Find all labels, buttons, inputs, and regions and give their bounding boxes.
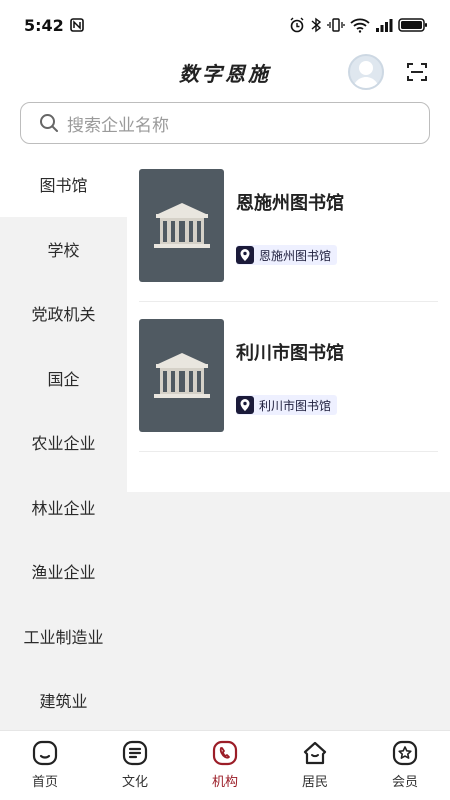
bottom-navigation: 首页 文化 机构 居民 会员 <box>0 730 450 800</box>
category-item-state-enterprise[interactable]: 国企 <box>0 346 127 411</box>
organization-tag-label: 恩施州图书馆 <box>259 248 332 263</box>
search-placeholder: 搜索企业名称 <box>67 115 169 136</box>
member-icon <box>392 740 418 766</box>
library-building-icon <box>153 352 210 398</box>
scan-icon[interactable] <box>405 60 429 84</box>
category-item-school[interactable]: 学校 <box>0 217 127 282</box>
location-pin-icon <box>236 396 254 414</box>
category-item-fishery[interactable]: 渔业企业 <box>0 539 127 604</box>
nav-item-residents[interactable]: 居民 <box>270 731 360 800</box>
nfc-icon <box>69 18 84 32</box>
search-input[interactable]: 搜索企业名称 <box>20 102 430 144</box>
organization-tag: 恩施州图书馆 <box>236 245 338 265</box>
culture-icon <box>122 740 148 766</box>
location-pin-icon <box>236 246 254 264</box>
status-bar: 5:42 <box>0 0 450 50</box>
nav-label: 会员 <box>391 775 418 790</box>
library-building-icon <box>153 202 210 248</box>
status-time: 5:42 <box>24 15 64 35</box>
category-sidebar: 图书馆 学校 党政机关 国企 农业企业 林业企业 渔业企业 工业制造业 建筑业 <box>0 152 127 730</box>
nav-item-home[interactable]: 首页 <box>0 731 90 800</box>
category-item-agriculture[interactable]: 农业企业 <box>0 410 127 475</box>
organization-name: 利川市图书馆 <box>236 343 344 364</box>
institution-icon <box>212 740 238 766</box>
category-item-manufacturing[interactable]: 工业制造业 <box>0 604 127 669</box>
organization-card[interactable]: 恩施州图书馆 恩施州图书馆 <box>139 152 438 302</box>
organization-list: 恩施州图书馆 恩施州图书馆 利川市图书馆 利川市图书馆 <box>127 152 450 492</box>
bluetooth-icon <box>311 17 322 33</box>
nav-item-culture[interactable]: 文化 <box>90 731 180 800</box>
nav-label: 文化 <box>121 775 148 790</box>
organization-tag-label: 利川市图书馆 <box>259 398 332 413</box>
category-item-government[interactable]: 党政机关 <box>0 281 127 346</box>
vibrate-icon <box>327 18 345 32</box>
organization-card[interactable]: 利川市图书馆 利川市图书馆 <box>139 302 438 452</box>
nav-item-institution[interactable]: 机构 <box>180 731 270 800</box>
nav-label: 机构 <box>211 775 238 790</box>
alarm-icon <box>290 17 304 33</box>
organization-list-area: 恩施州图书馆 恩施州图书馆 利川市图书馆 利川市图书馆 <box>127 152 450 730</box>
category-item-library[interactable]: 图书馆 <box>0 152 127 217</box>
signal-icon <box>376 19 393 32</box>
category-item-forestry[interactable]: 林业企业 <box>0 475 127 540</box>
organization-tag: 利川市图书馆 <box>236 395 338 415</box>
wifi-icon <box>350 18 370 33</box>
avatar[interactable] <box>348 54 384 90</box>
organization-thumbnail <box>139 169 224 282</box>
category-item-construction[interactable]: 建筑业 <box>0 668 127 733</box>
nav-item-member[interactable]: 会员 <box>360 731 450 800</box>
app-header: 数字恩施 <box>0 50 450 96</box>
user-avatar-icon <box>353 61 379 88</box>
nav-label: 首页 <box>31 775 58 790</box>
search-icon <box>40 114 58 132</box>
organization-thumbnail <box>139 319 224 432</box>
residents-icon <box>303 741 327 765</box>
nav-label: 居民 <box>301 775 328 790</box>
home-icon <box>32 740 58 766</box>
organization-name: 恩施州图书馆 <box>236 193 344 214</box>
battery-icon <box>398 18 427 32</box>
